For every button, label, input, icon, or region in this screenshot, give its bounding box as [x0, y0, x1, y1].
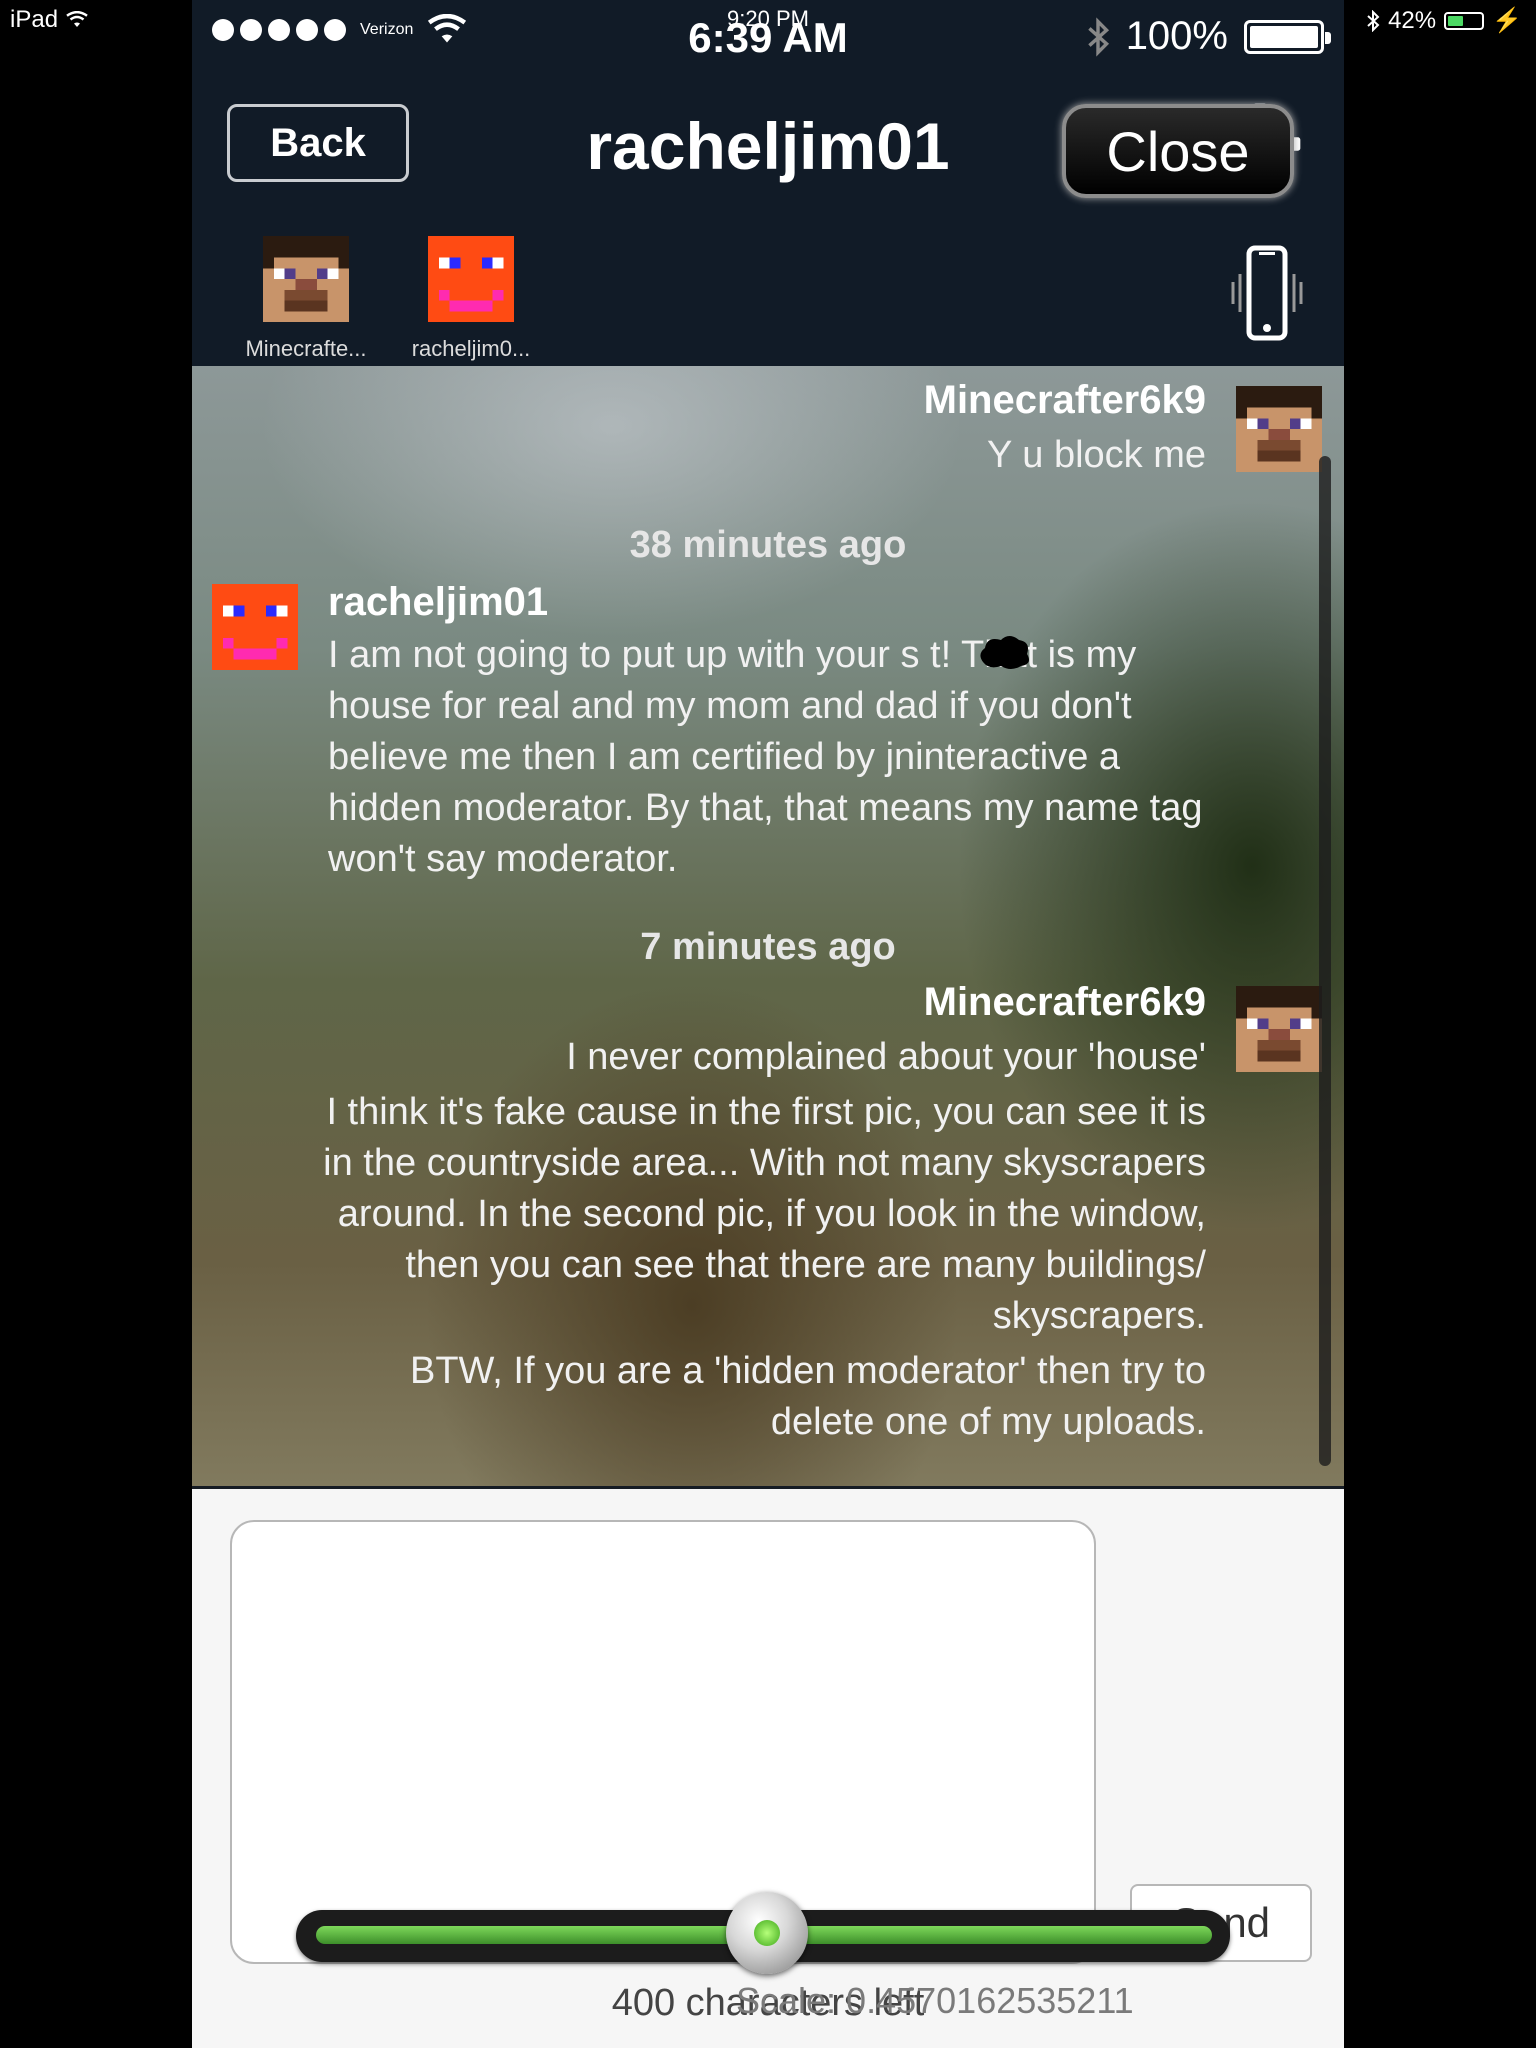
ipad-battery-percent: 42%: [1388, 6, 1437, 34]
message-line: delete one of my uploads.: [770, 1401, 1206, 1443]
message-line: I am not going to put up with your s t! …: [328, 634, 1137, 676]
battery-icon: [1244, 19, 1331, 54]
phone-battery-percent: 100%: [1125, 14, 1228, 58]
participant-name: racheljim0...: [411, 336, 531, 361]
message-body: I never complained about your 'house' I …: [226, 1032, 1206, 1448]
message-line: won't say moderator.: [328, 838, 678, 880]
steve-avatar-icon: [1236, 986, 1322, 1072]
message-input[interactable]: [230, 1520, 1096, 1964]
message-line: in the countryside area... With not many…: [323, 1142, 1206, 1184]
scale-overlay-text: Scale: 0.4570162535211: [736, 1980, 1134, 2021]
scale-slider-thumb[interactable]: [726, 1892, 808, 1974]
device-label: iPad: [10, 6, 59, 33]
message-line: house for real and my mom and dad if you…: [328, 685, 1132, 727]
message-text: Y u block me: [987, 434, 1206, 476]
message-line: skyscrapers.: [992, 1295, 1206, 1337]
close-button[interactable]: Close: [1062, 104, 1294, 198]
divider: [192, 1486, 1344, 1489]
participant-minecrafter[interactable]: Minecrafte...: [226, 236, 386, 362]
phone-battery-area: 100%: [1086, 14, 1331, 59]
message-line: I never complained about your 'house': [566, 1036, 1206, 1078]
chat-scrollbar[interactable]: [1319, 456, 1331, 1466]
wifi-icon: [66, 11, 88, 27]
steve-avatar-icon: [1236, 386, 1322, 472]
message-line: BTW, If you are a 'hidden moderator' the…: [409, 1350, 1206, 1392]
steve-avatar-icon: [263, 236, 349, 322]
vibrate-icon[interactable]: [1226, 244, 1308, 342]
bluetooth-icon: [1367, 9, 1380, 32]
orange-face-avatar-icon: [212, 584, 298, 670]
message-line: around. In the second pic, if you look i…: [337, 1193, 1206, 1235]
message-body: I am not going to put up with your s t! …: [328, 630, 1228, 885]
censor-blot: [980, 636, 1029, 669]
bluetooth-icon: [1087, 16, 1109, 57]
message-line: hidden moderator. By that, that means my…: [328, 787, 1203, 829]
message-line: then you can see that there are many bui…: [405, 1244, 1206, 1286]
message-line: believe me then I am certified by jninte…: [328, 736, 1121, 778]
charging-icon: ⚡: [1492, 7, 1522, 34]
phone-screen: Verizon 6:39 AM 9:20 PM 100% Back rachel…: [192, 0, 1344, 2048]
participant-name: Minecrafte...: [245, 336, 367, 361]
orange-face-avatar-icon: [428, 236, 514, 322]
battery-icon: [1444, 11, 1485, 30]
timestamp: 7 minutes ago: [640, 926, 896, 968]
message-line: I think it's fake cause in the first pic…: [326, 1091, 1206, 1133]
timestamp: 38 minutes ago: [629, 524, 907, 566]
message-sender: Minecrafter6k9: [923, 378, 1206, 422]
message-sender: racheljim01: [328, 580, 549, 624]
chat-area[interactable]: Minecrafter6k9 Y u block me 38 minutes a…: [192, 366, 1344, 1486]
participant-racheljim[interactable]: racheljim0...: [391, 236, 551, 362]
message-sender: Minecrafter6k9: [923, 980, 1206, 1024]
